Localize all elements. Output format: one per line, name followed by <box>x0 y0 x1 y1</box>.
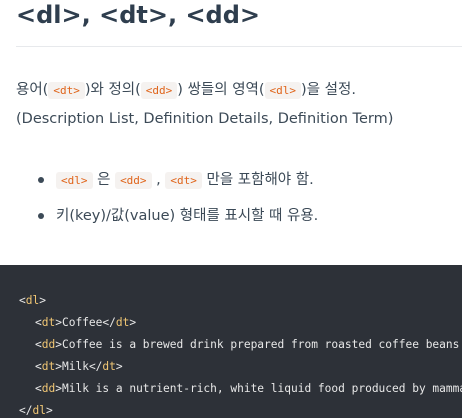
code-bracket: > <box>55 360 62 373</box>
code-bracket: < <box>35 316 42 329</box>
code-tag: dt <box>41 316 56 329</box>
list-item-text: 만을 포함해야 함. <box>201 172 314 188</box>
code-line: <dt>Milk</dt> <box>35 356 123 378</box>
code-text: Milk <box>61 360 89 373</box>
inline-code-dl: <dl> <box>264 82 302 99</box>
code-text: Coffee <box>61 316 103 329</box>
code-bracket: </ <box>102 316 116 329</box>
list-item: 키(key)/값(value) 형태를 표시할 때 유용. <box>0 202 462 238</box>
inline-code-dd: <dd> <box>115 172 152 189</box>
code-bracket: </ <box>19 404 33 417</box>
inline-code-dt: <dt> <box>48 82 85 99</box>
page-title: <dl>, <dt>, <dd> <box>16 1 261 29</box>
code-bracket: < <box>35 382 42 395</box>
paragraph-text: 용어( <box>16 82 49 98</box>
title-divider <box>16 46 462 47</box>
code-bracket: > <box>55 316 62 329</box>
code-tag: dl <box>25 294 40 307</box>
bullet-list: <dl> 은 <dd> , <dt> 만을 포함해야 함. 키(key)/값(v… <box>0 166 462 238</box>
code-bracket: < <box>35 338 42 351</box>
code-bracket: > <box>39 294 46 307</box>
code-tag: dd <box>41 382 56 395</box>
paragraph-line-2: (Description List, Definition Details, D… <box>16 111 394 127</box>
inline-code-dt: <dt> <box>165 172 202 189</box>
bullet-dot <box>38 177 44 183</box>
paragraph-text: ) 쌍들의 영역( <box>177 82 265 98</box>
code-text: Coffee is a brewed drink prepared from r… <box>61 338 462 351</box>
code-bracket: > <box>45 404 53 417</box>
code-bracket: > <box>129 316 137 329</box>
list-item-text: , <box>151 172 166 188</box>
code-block: <dl> <dt>Coffee</dt> <dd>Coffee is a bre… <box>0 265 462 418</box>
list-item-text: 은 <box>92 172 116 188</box>
inline-code-dd: <dd> <box>140 82 178 99</box>
code-bracket: </ <box>88 360 103 373</box>
code-bracket: < <box>35 360 42 373</box>
code-line: </dl> <box>19 400 53 418</box>
code-line: <dt>Coffee</dt> <box>35 312 136 334</box>
paragraph-text: )을 설정. <box>301 82 356 98</box>
list-item: <dl> 은 <dd> , <dt> 만을 포함해야 함. <box>0 166 462 202</box>
code-tag: dd <box>41 338 56 351</box>
code-tag: dt <box>115 316 130 329</box>
code-bracket: > <box>115 360 123 373</box>
code-bracket: > <box>55 382 62 395</box>
code-tag: dt <box>102 360 116 373</box>
bullet-dot <box>38 213 44 219</box>
code-line: <dl> <box>19 290 46 312</box>
code-line: <dd>Coffee is a brewed drink prepared fr… <box>35 334 462 356</box>
code-bracket: > <box>55 338 62 351</box>
paragraph-text: )와 정의( <box>84 82 141 98</box>
code-text: Milk is a nutrient-rich, white liquid fo… <box>61 382 462 395</box>
code-bracket: < <box>19 294 26 307</box>
code-tag: dt <box>41 360 56 373</box>
description-paragraph: 용어(<dt>)와 정의(<dd>) 쌍들의 영역(<dl>)을 설정. (Des… <box>16 76 462 133</box>
code-tag: dl <box>32 404 46 417</box>
code-line: <dd>Milk is a nutrient-rich, white liqui… <box>35 378 462 400</box>
inline-code-dl: <dl> <box>56 172 93 189</box>
list-item-text: 키(key)/값(value) 형태를 표시할 때 유용. <box>56 208 319 224</box>
